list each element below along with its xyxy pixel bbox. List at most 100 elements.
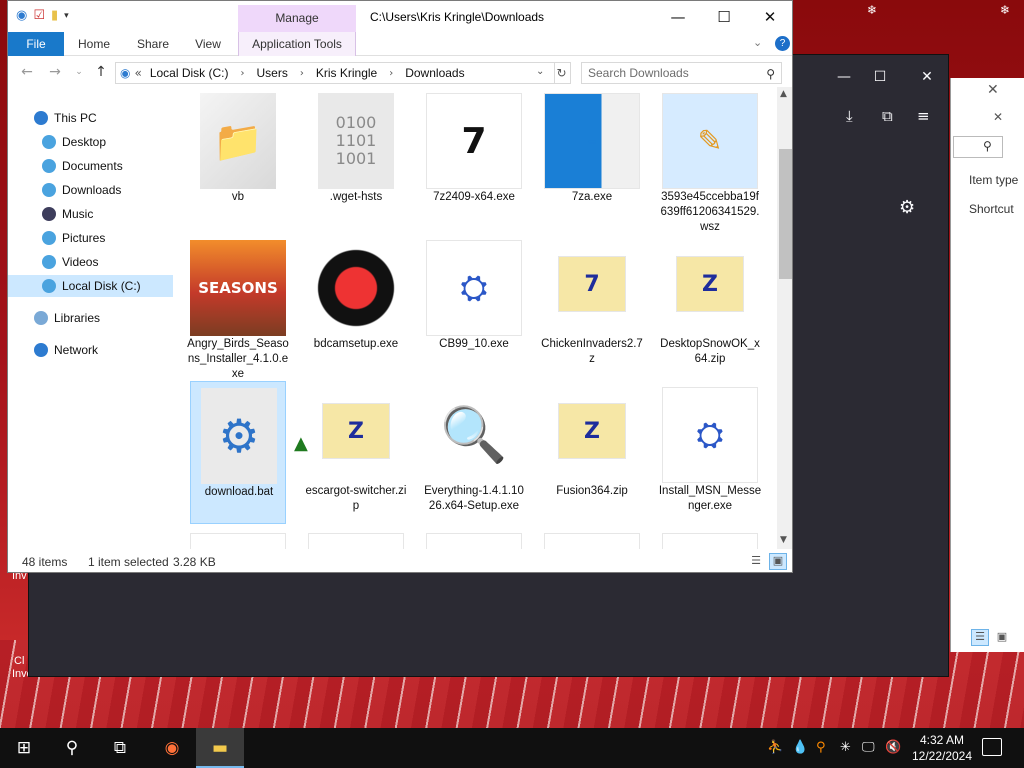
file-item-partial[interactable]: [190, 533, 286, 549]
breadcrumb-overflow[interactable]: «: [134, 66, 141, 80]
download-icon[interactable]: ⤓: [846, 107, 853, 125]
tab-application-tools[interactable]: Application Tools: [238, 32, 356, 56]
nav-item-music[interactable]: Music: [8, 203, 173, 225]
file-item[interactable]: SEASONS Angry_Birds_Seasons_Installer_4.1…: [187, 234, 289, 380]
new-folder-icon[interactable]: ▮: [51, 8, 58, 23]
notification-center-icon[interactable]: [982, 738, 1002, 756]
extensions-icon[interactable]: ⧉: [882, 107, 893, 125]
breadcrumb-separator-icon[interactable]: ›: [300, 68, 304, 79]
nav-item-network[interactable]: Network: [8, 339, 173, 361]
column-header-item-type[interactable]: Item type: [969, 173, 1018, 187]
file-item[interactable]: 🔍 Everything-1.4.1.1026.x64-Setup.exe: [424, 381, 524, 524]
file-item[interactable]: Z Fusion364.zip: [544, 381, 640, 524]
nav-item-this-pc[interactable]: This PC: [8, 107, 173, 129]
file-explorer-window[interactable]: ◉ ☑ ▮ ▾ Manage C:\Users\Kris Kringle\Dow…: [7, 0, 793, 573]
file-item[interactable]: ⛭ Install_MSN_Messenger.exe: [659, 381, 761, 524]
file-item[interactable]: ⚙ download.bat: [190, 381, 286, 524]
minimize-icon[interactable]: —: [655, 6, 701, 28]
file-item[interactable]: 📁 vb: [190, 87, 286, 230]
search-input[interactable]: [953, 136, 1003, 158]
up-arrow-icon[interactable]: ↑: [92, 63, 110, 81]
file-item[interactable]: ▭ 7za.exe: [544, 87, 640, 230]
maximize-icon[interactable]: ☐: [701, 6, 747, 28]
snow-tray-icon[interactable]: ✳: [840, 740, 851, 755]
file-item[interactable]: ✎ 3593e45ccebba19f639ff61206341529.wsz: [661, 87, 759, 233]
close-icon[interactable]: ✕: [987, 82, 999, 98]
file-item[interactable]: ⛭ CB99_10.exe: [426, 234, 522, 377]
close-tab-icon[interactable]: ✕: [993, 110, 1003, 124]
nav-item-videos[interactable]: Videos: [8, 251, 173, 273]
menu-icon[interactable]: ≡: [917, 107, 930, 125]
large-icons-view-icon[interactable]: ▣: [993, 629, 1011, 646]
nav-item-pictures[interactable]: Pictures: [8, 227, 173, 249]
network-tray-icon[interactable]: 🖵: [862, 740, 875, 755]
forward-arrow-icon[interactable]: →: [46, 63, 64, 81]
close-icon[interactable]: ✕: [907, 65, 947, 89]
nav-item-documents[interactable]: Documents: [8, 155, 173, 177]
file-item-partial[interactable]: [426, 533, 522, 549]
nav-item-downloads[interactable]: Downloads: [8, 179, 173, 201]
explorer-app-icon[interactable]: ◉: [16, 8, 27, 23]
clock-date: 12/22/2024: [911, 749, 973, 763]
firefox-icon[interactable]: ◉: [148, 728, 196, 768]
drop-tray-icon[interactable]: 💧: [792, 740, 808, 755]
volume-muted-icon[interactable]: 🔇: [885, 740, 901, 755]
tab-home[interactable]: Home: [70, 32, 118, 56]
address-bar[interactable]: ◉ « Local Disk (C:) › Users › Kris Kring…: [115, 62, 555, 84]
scrollbar-thumb[interactable]: [779, 149, 792, 279]
expand-ribbon-icon[interactable]: ⌄: [753, 36, 762, 49]
minimize-icon[interactable]: —: [824, 65, 864, 89]
search-placeholder[interactable]: Search Downloads: [588, 66, 689, 80]
file-item-partial[interactable]: [662, 533, 758, 549]
details-view-icon[interactable]: ☰: [747, 553, 765, 570]
address-dropdown-icon[interactable]: ⌄: [536, 66, 544, 77]
file-explorer-icon[interactable]: ▬: [196, 728, 244, 768]
file-item-partial[interactable]: [544, 533, 640, 549]
settings-gear-icon[interactable]: ⚙: [899, 197, 915, 218]
task-view-icon[interactable]: ⧉: [96, 728, 144, 768]
nav-item-libraries[interactable]: Libraries: [8, 307, 173, 329]
file-item[interactable]: Z DesktopSnowOK_x64.zip: [660, 234, 760, 377]
vertical-scrollbar[interactable]: ▲ ▼: [777, 87, 792, 549]
refresh-icon[interactable]: ↻: [553, 62, 571, 84]
properties-icon[interactable]: ☑: [33, 8, 45, 23]
details-view-icon[interactable]: ☰: [971, 629, 989, 646]
scroll-up-icon[interactable]: ▲: [780, 89, 787, 99]
manage-context-tab[interactable]: Manage: [238, 5, 356, 32]
tab-view[interactable]: View: [186, 32, 230, 56]
file-item[interactable]: 7 7z2409-x64.exe: [426, 87, 522, 230]
search-icon[interactable]: ⚲: [48, 728, 96, 768]
file-item[interactable]: Zescargot-switcher.zip: [306, 381, 406, 524]
file-item[interactable]: 7 ChickenInvaders2.7z: [541, 234, 643, 377]
customize-qat-icon[interactable]: ▾: [64, 11, 69, 21]
user-tray-icon[interactable]: ⛹: [767, 740, 783, 755]
title-bar[interactable]: ◉ ☑ ▮ ▾ Manage C:\Users\Kris Kringle\Dow…: [8, 1, 792, 32]
everything-tray-icon[interactable]: ⚲: [816, 740, 826, 755]
file-item-partial[interactable]: [308, 533, 404, 549]
breadcrumb-downloads[interactable]: Downloads: [405, 66, 464, 80]
breadcrumb-separator-icon[interactable]: ›: [389, 68, 393, 79]
close-icon[interactable]: ✕: [747, 6, 792, 28]
file-list: 📁 vb 0100 1101 1001 .wget-hsts 7 7z2409-x64.e…: [180, 87, 777, 549]
breadcrumb-separator-icon[interactable]: ›: [241, 68, 245, 79]
background-explorer-window[interactable]: ✕ ✕ ⚲ Item type Shortcut ☰ ▣: [950, 78, 1024, 652]
nav-item-desktop[interactable]: Desktop: [8, 131, 173, 153]
breadcrumb-local-disk[interactable]: Local Disk (C:): [150, 66, 229, 80]
file-name: 7z2409-x64.exe: [433, 191, 515, 203]
help-icon[interactable]: ?: [775, 36, 790, 51]
file-item[interactable]: ● bdcamsetup.exe: [308, 234, 404, 377]
breadcrumb-kris-kringle[interactable]: Kris Kringle: [316, 66, 377, 80]
clock[interactable]: 4:32 AM 12/22/2024: [908, 732, 976, 764]
nav-item-local-disk-c[interactable]: Local Disk (C:): [8, 275, 173, 297]
recent-locations-icon[interactable]: ⌄: [70, 63, 88, 81]
search-box[interactable]: Search Downloads ⚲: [581, 62, 782, 84]
scroll-down-icon[interactable]: ▼: [780, 535, 787, 545]
maximize-icon[interactable]: ☐: [860, 65, 900, 89]
breadcrumb-users[interactable]: Users: [257, 66, 288, 80]
tab-file[interactable]: File: [8, 32, 64, 56]
back-arrow-icon[interactable]: ←: [18, 63, 36, 81]
start-windows-icon[interactable]: ⊞: [0, 728, 48, 768]
tab-share[interactable]: Share: [130, 32, 176, 56]
large-icons-view-icon[interactable]: ▣: [769, 553, 787, 570]
file-item[interactable]: 0100 1101 1001 .wget-hsts: [308, 87, 404, 230]
